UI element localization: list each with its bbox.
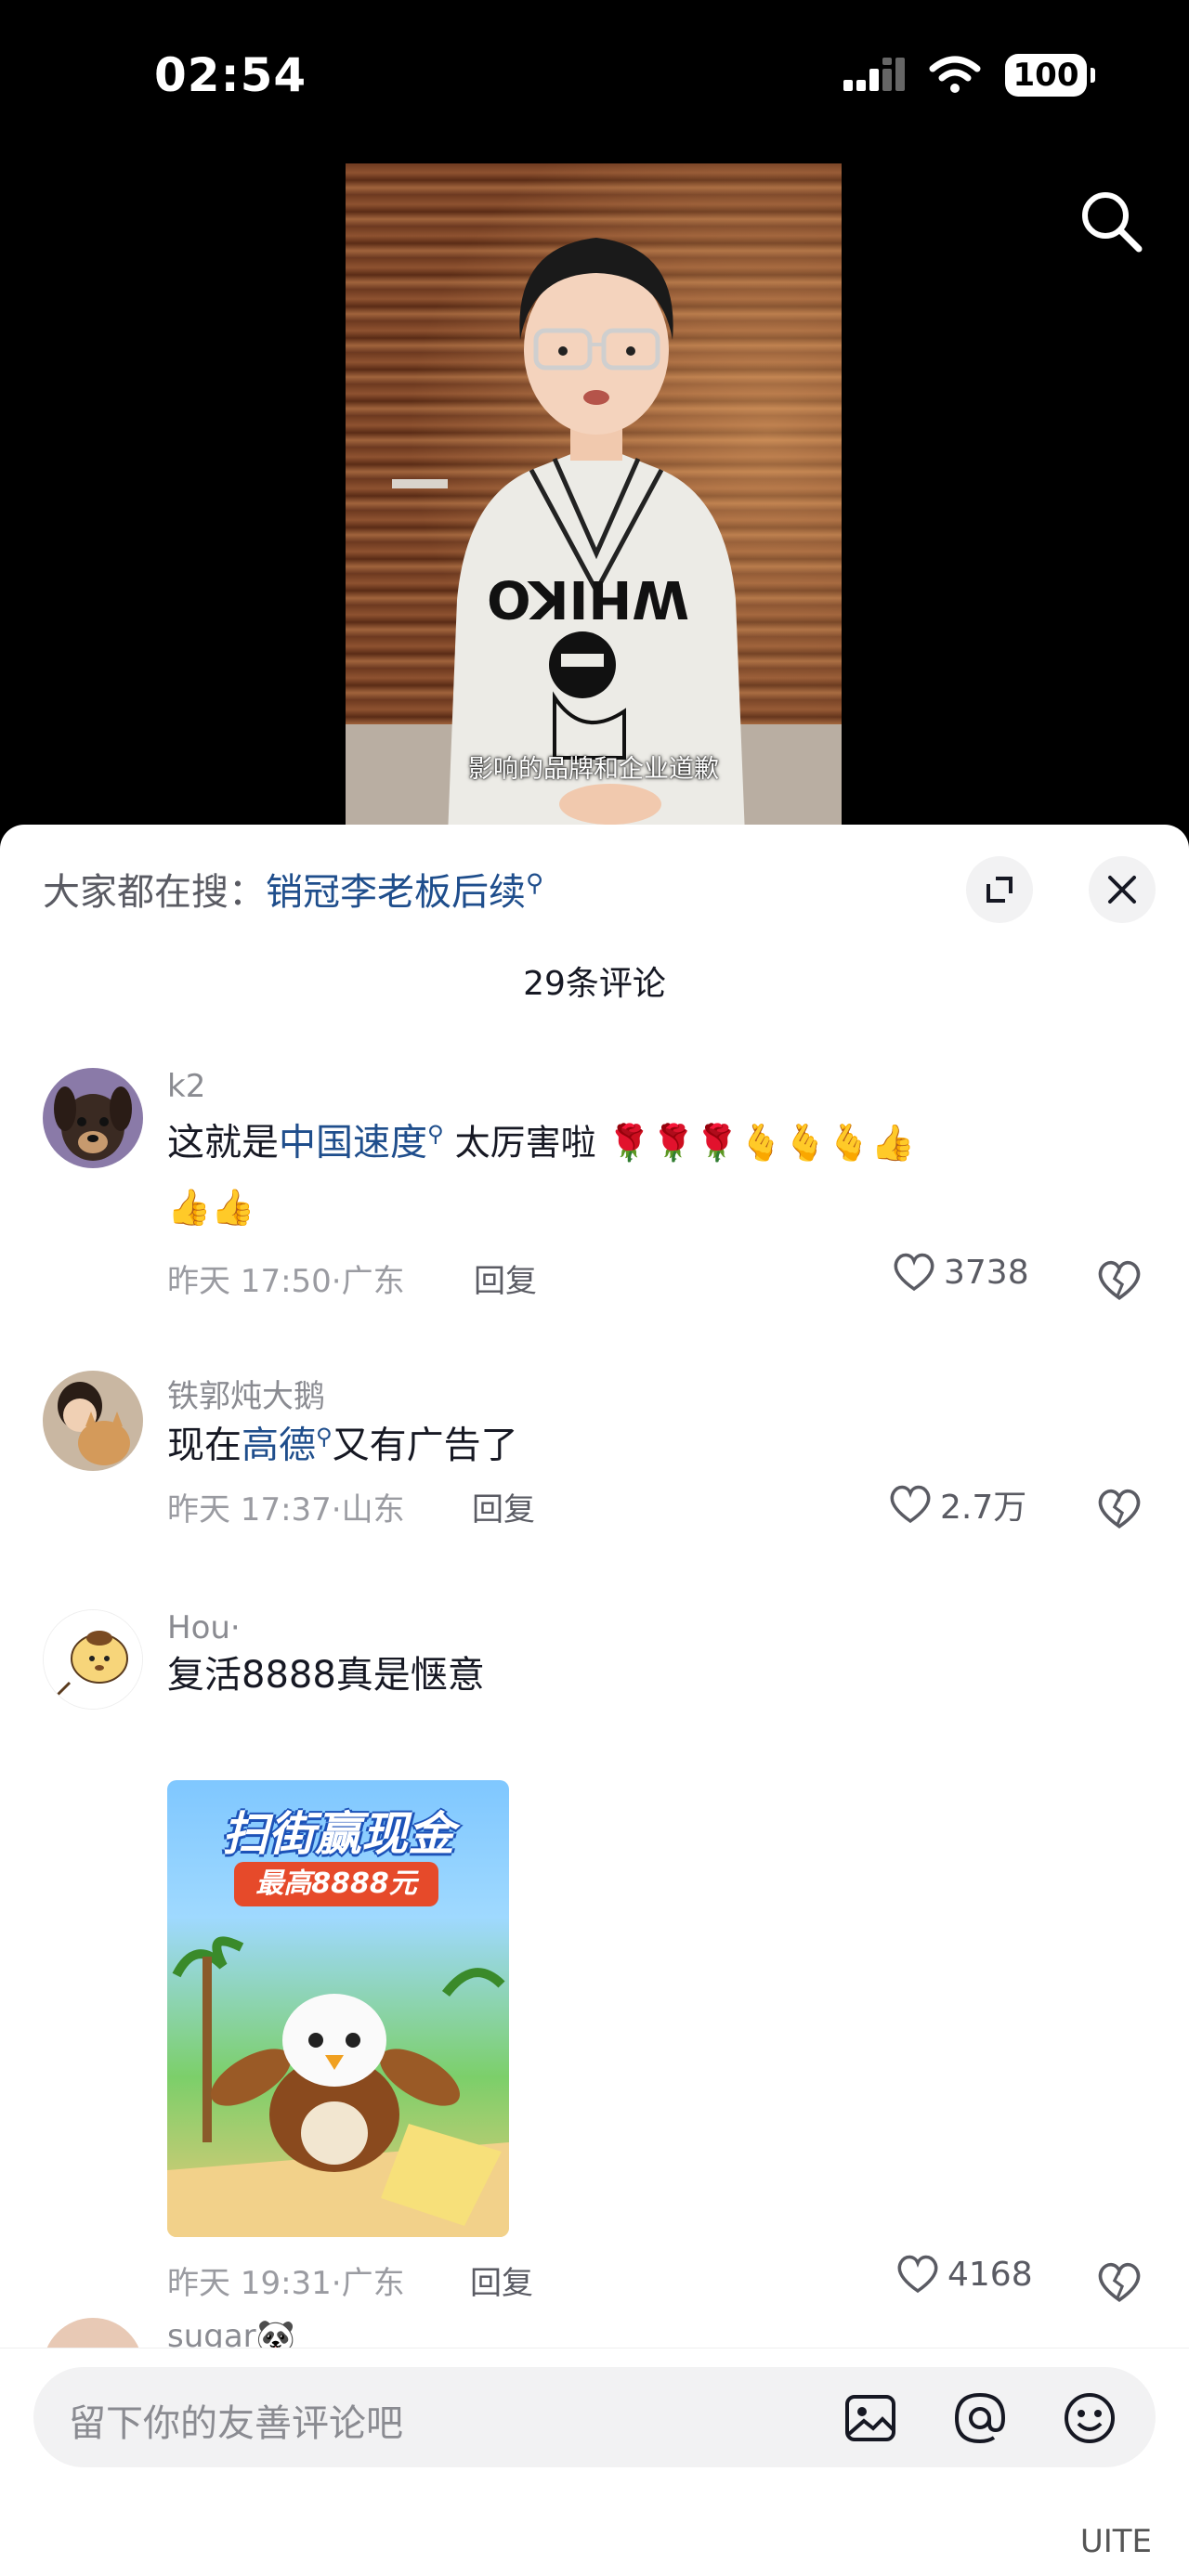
avatar[interactable] <box>43 1609 143 1710</box>
comment-item: Hou· 复活8888真是惬意 扫街赢现金 最高8888元 昨天 19:31·广… <box>0 1609 1189 2302</box>
keyword-search-icon: ⚲ <box>526 869 544 898</box>
image-subtitle-text: 最高8888元 <box>234 1862 438 1906</box>
wifi-icon <box>929 56 981 93</box>
comment-text: 现在高德⚲又有广告了 <box>167 1424 518 1467</box>
comment-sheet: 大家都在搜：销冠李老板后续⚲ 29条评论 k2 这就是中国速度⚲ 太厉害啦 🌹🌹… <box>0 825 1189 2576</box>
heart-icon <box>894 1253 934 1292</box>
heart-icon <box>897 2255 938 2294</box>
comment-meta: 昨天 17:50·广东 <box>167 1263 405 1300</box>
status-time: 02:54 <box>154 48 307 102</box>
comment-input-bar: 留下你的友善评论吧 UITE <box>0 2348 1189 2576</box>
pompompurin-avatar-image <box>44 1610 142 1709</box>
like-button[interactable]: 3738 <box>892 1252 1029 1293</box>
reply-button[interactable]: 回复 <box>470 2257 533 2303</box>
close-icon <box>1108 876 1136 904</box>
comment-image[interactable]: 扫街赢现金 最高8888元 <box>167 1780 509 2237</box>
comment-text: 复活8888真是惬意 <box>167 1654 485 1697</box>
broken-heart-icon[interactable] <box>1096 2259 1143 2306</box>
close-button[interactable] <box>1089 856 1156 923</box>
broken-heart-icon[interactable] <box>1096 1257 1143 1304</box>
hot-search-bar[interactable]: 大家都在搜：销冠李老板后续⚲ <box>43 862 543 916</box>
search-icon[interactable] <box>1078 188 1144 254</box>
like-button[interactable]: 2.7万 <box>888 1480 1026 1529</box>
reply-button[interactable]: 回复 <box>474 1255 537 1301</box>
like-count: 4168 <box>947 2255 1033 2294</box>
comment-location: 广东 <box>341 2265 405 2302</box>
comment-time: 昨天 17:50 <box>167 1263 332 1300</box>
comment-location: 山东 <box>341 1491 405 1529</box>
comment-keyword-link[interactable]: 高德 <box>242 1424 316 1466</box>
hot-search-prefix: 大家都在搜： <box>43 871 266 914</box>
like-count: 3738 <box>944 1253 1029 1292</box>
comment-meta: 昨天 19:31·广东 <box>167 2265 405 2302</box>
video-person-illustration: WHIKO <box>392 238 745 836</box>
like-count: 2.7万 <box>940 1489 1027 1527</box>
comment-meta: 昨天 17:37·山东 <box>167 1491 405 1529</box>
expand-icon <box>986 877 1013 903</box>
broken-heart-icon[interactable] <box>1096 1486 1143 1532</box>
expand-button[interactable] <box>966 856 1033 923</box>
image-title-text: 扫街赢现金 <box>222 1807 454 1861</box>
comment-count-title: 29条评论 <box>523 965 666 1003</box>
video-subtitle: 影响的品牌和企业道歉 <box>468 755 719 784</box>
image-icon[interactable] <box>842 2389 899 2447</box>
battery-indicator: 100 <box>1005 54 1095 97</box>
comment-item: k2 这就是中国速度⚲ 太厉害啦 🌹🌹🌹🫰🫰🫰👍 👍👍 昨天 17:50·广东 … <box>0 1068 1189 1365</box>
comment-item: 铁郭炖大鹅 现在高德⚲又有广告了 昨天 17:37·山东 回复 2.7万 <box>0 1371 1189 1603</box>
keyword-search-icon: ⚲ <box>316 1424 333 1450</box>
avatar[interactable] <box>43 1371 143 1471</box>
comment-input[interactable]: 留下你的友善评论吧 <box>33 2367 1156 2467</box>
signal-icon <box>843 58 905 91</box>
comment-location: 广东 <box>341 1263 405 1300</box>
avatar[interactable] <box>43 1068 143 1168</box>
dog-avatar-image <box>43 1068 143 1168</box>
heart-icon <box>890 1485 931 1524</box>
comment-username[interactable]: k2 <box>167 1068 205 1105</box>
home-indicator-text: UITE <box>1079 2523 1152 2560</box>
comment-input-placeholder: 留下你的友善评论吧 <box>69 2402 403 2445</box>
status-icons: 100 <box>843 54 1095 97</box>
comment-keyword-link[interactable]: 中国速度 <box>279 1121 427 1164</box>
video-area[interactable]: 02:54 100 WHIKO 影响的品牌和企业道歉 <box>0 0 1189 836</box>
svg-text:WHIKO: WHIKO <box>487 568 689 629</box>
at-icon[interactable] <box>951 2389 1009 2447</box>
hot-search-keyword[interactable]: 销冠李老板后续 <box>266 871 526 914</box>
comment-username[interactable]: Hou· <box>167 1609 241 1646</box>
emoji-icon[interactable] <box>1061 2389 1118 2447</box>
comment-time: 昨天 17:37 <box>167 1491 332 1529</box>
like-button[interactable]: 4168 <box>895 2254 1033 2295</box>
eagle-mascot-illustration <box>167 1936 509 2237</box>
video-frame[interactable]: WHIKO 影响的品牌和企业道歉 <box>346 163 842 836</box>
reply-button[interactable]: 回复 <box>472 1484 535 1529</box>
keyword-search-icon: ⚲ <box>427 1121 444 1147</box>
cat-avatar-image <box>43 1371 143 1471</box>
comment-time: 昨天 19:31 <box>167 2265 332 2302</box>
comment-text: 这就是中国速度⚲ 太厉害啦 🌹🌹🌹🫰🫰🫰👍 👍👍 <box>167 1121 915 1229</box>
